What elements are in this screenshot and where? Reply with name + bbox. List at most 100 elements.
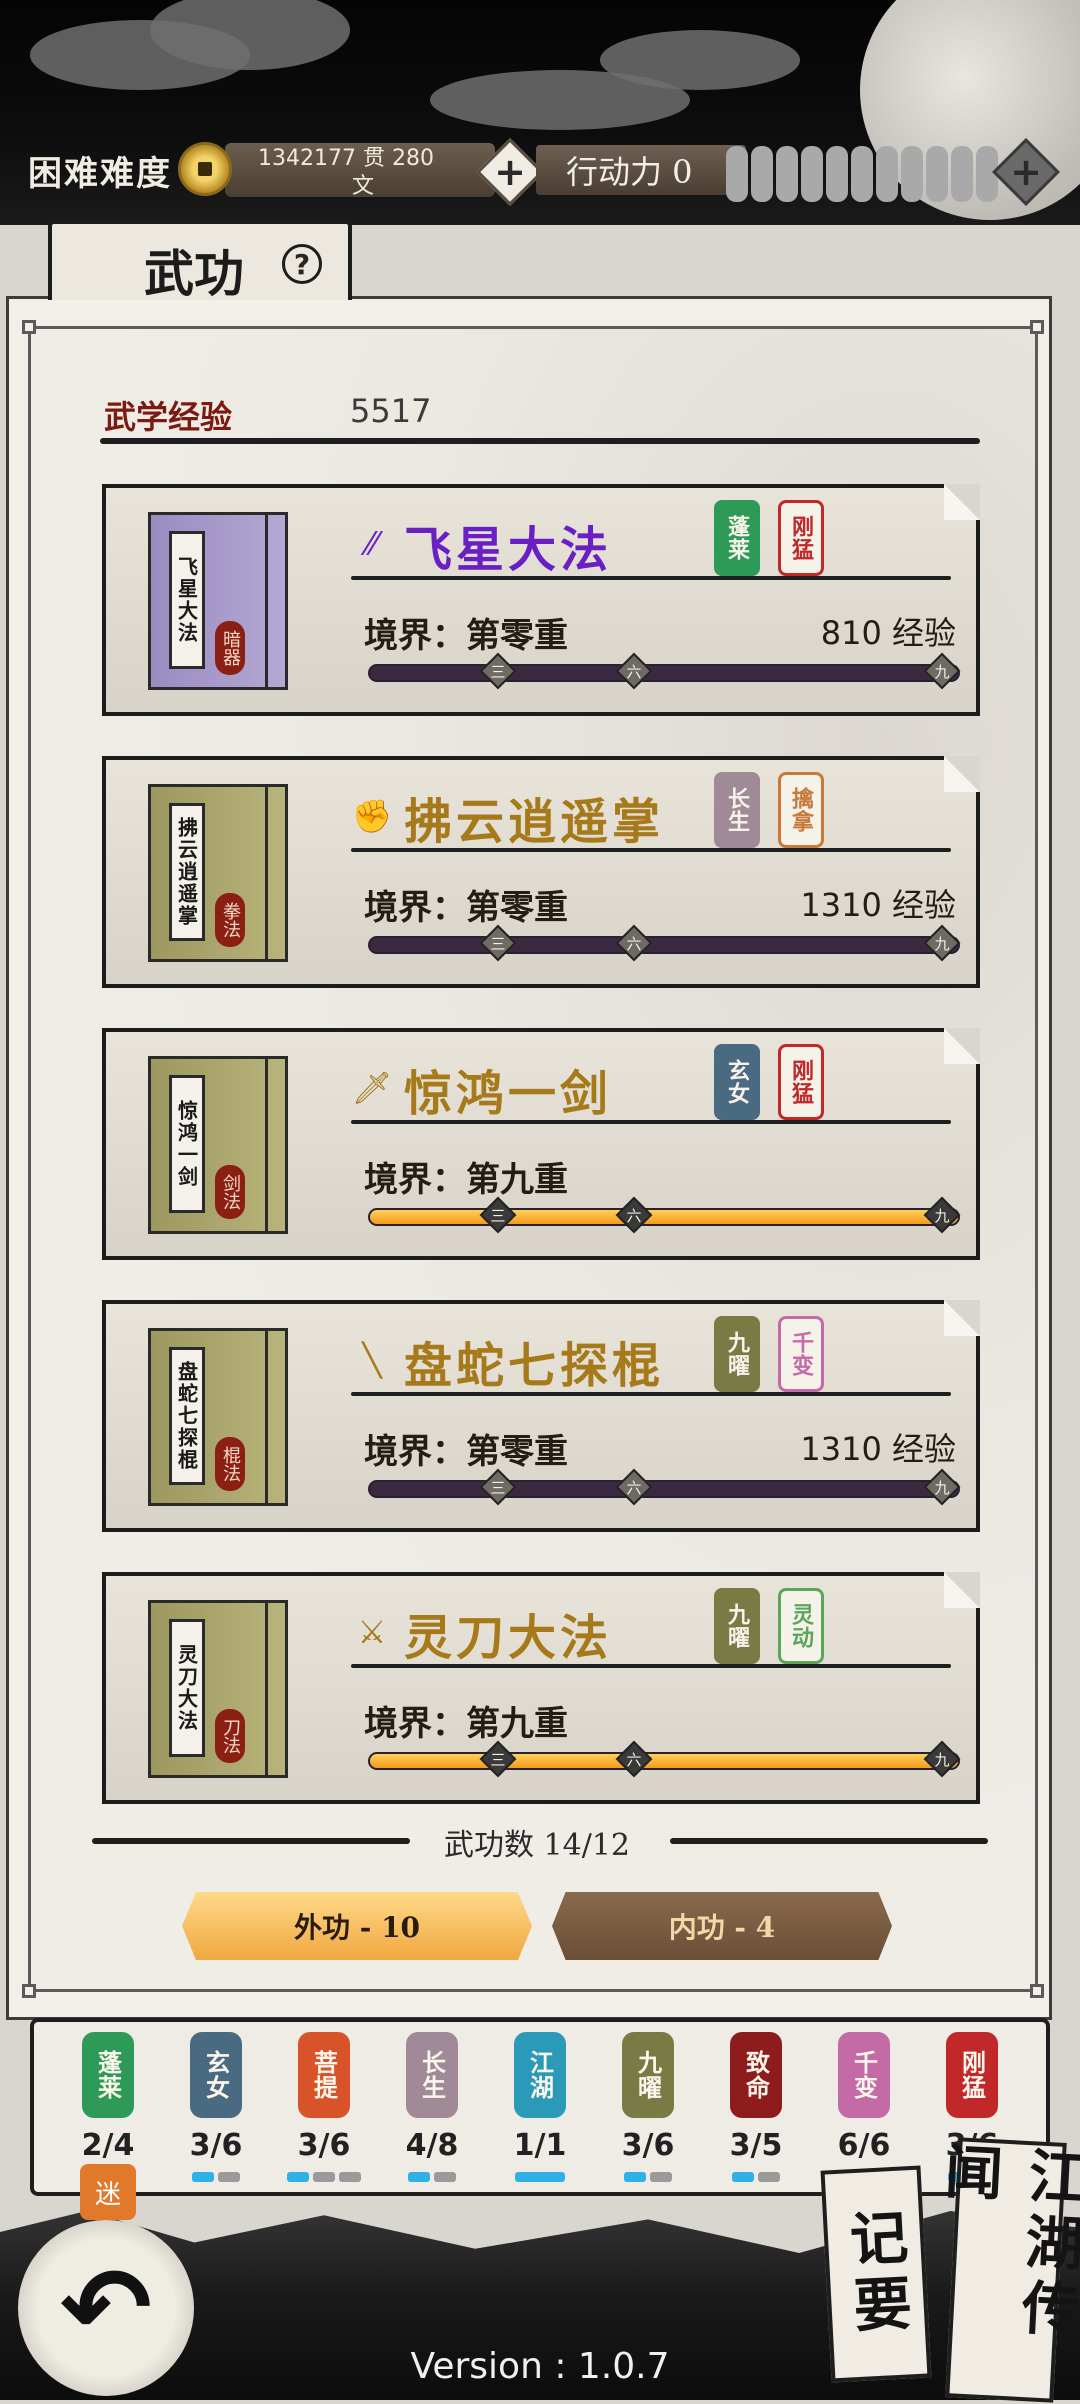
progress-fill [370, 1754, 958, 1768]
faction-seal: 玄女 [190, 2032, 242, 2118]
faction-seal: 九曜 [622, 2032, 674, 2118]
realm-marker-label: 三 [490, 1750, 506, 1769]
plus-icon: + [494, 150, 526, 194]
action-point-pip [876, 146, 898, 202]
progress-pip [408, 2172, 430, 2182]
skill-card[interactable]: 灵刀大法 刀法 ⚔ 灵刀大法 九曜 灵动 境界：第九重三 六 九 [102, 1572, 980, 1804]
faction-count: 3/6 [621, 2128, 675, 2163]
faction-item[interactable]: 致命 3/5 [716, 2032, 796, 2192]
realm-progress-bar [368, 936, 960, 954]
progress-pip [218, 2172, 240, 2182]
small-seal-icon: 迷 [80, 2164, 136, 2220]
skill-book-icon: 盘蛇七探棍 棍法 [148, 1328, 288, 1506]
action-point-pip [776, 146, 798, 202]
faction-count: 4/8 [405, 2128, 459, 2163]
staff-icon: ╲ [362, 1341, 382, 1379]
faction-progress [176, 2172, 256, 2182]
frame-corner [1030, 1984, 1044, 1998]
card-fold [944, 756, 980, 792]
exp-required: 1310 经验 [800, 886, 956, 924]
progress-pip [624, 2172, 646, 2182]
progress-fill [370, 1210, 958, 1224]
faction-item[interactable]: 菩提 3/6 [284, 2032, 364, 2192]
book-title: 灵刀大法 [169, 1619, 205, 1757]
faction-tag: 玄女 [714, 1044, 760, 1120]
skill-name: 飞星大法 [404, 522, 613, 578]
book-spine [265, 787, 285, 959]
faction-tag: 刚猛 [778, 1044, 824, 1120]
book-spine [265, 515, 285, 687]
realm-marker: 三 [479, 1196, 517, 1234]
realm-level: 境界：第零重 [364, 888, 568, 928]
realm-marker: 九 [923, 652, 961, 690]
skill-card[interactable]: 拂云逍遥掌 拳法 ✊ 拂云逍遥掌 长生 擒拿 境界：第零重 1310 经验三六九 [102, 756, 980, 988]
version-label: Version : 1.0.7 [410, 2346, 670, 2387]
faction-count: 1/1 [513, 2128, 567, 2163]
realm-marker-label: 九 [934, 1750, 950, 1769]
faction-tag: 蓬莱 [714, 500, 760, 576]
realm-marker: 三 [479, 924, 517, 962]
book-spine [265, 1603, 285, 1775]
realm-marker: 六 [616, 1740, 653, 1778]
progress-pip [758, 2172, 780, 2182]
card-fold [944, 484, 980, 520]
tab-martial-arts[interactable]: 武功 ? [48, 220, 352, 303]
faction-item[interactable]: 江湖 1/1 [500, 2032, 580, 2192]
faction-item[interactable]: 长生 4/8 [392, 2032, 472, 2192]
divider [351, 848, 951, 852]
realm-marker: 六 [616, 652, 653, 690]
realm-marker-label: 三 [490, 934, 506, 953]
frame-corner [22, 1984, 36, 1998]
realm-marker: 六 [616, 1196, 653, 1234]
realm-marker-label: 六 [626, 662, 642, 681]
tab-outer-skills[interactable]: 外功 - 10 [182, 1892, 532, 1960]
frame-corner [22, 320, 36, 334]
realm-marker-label: 三 [490, 1206, 506, 1225]
book-title: 惊鸿一剑 [169, 1075, 205, 1213]
action-points-label: 行动力 0 [566, 153, 693, 191]
realm-marker-label: 九 [934, 1206, 950, 1225]
skill-book-icon: 飞星大法 暗器 [148, 512, 288, 690]
faction-progress [500, 2172, 580, 2182]
panel-title: 武功 [144, 244, 244, 303]
plus-icon: + [1010, 150, 1042, 194]
faction-tag: 擒拿 [778, 772, 824, 848]
book-type-seal: 剑法 [215, 1165, 245, 1219]
skill-card[interactable]: 盘蛇七探棍 棍法 ╲ 盘蛇七探棍 九曜 千变 境界：第零重 1310 经验三六九 [102, 1300, 980, 1532]
exp-required: 810 经验 [820, 614, 956, 652]
action-point-pip [826, 146, 848, 202]
skill-name: 盘蛇七探棍 [404, 1338, 665, 1394]
skill-card[interactable]: 惊鸿一剑 剑法 🗡 惊鸿一剑 玄女 刚猛 境界：第九重三 六 九 [102, 1028, 980, 1260]
coin-icon [178, 142, 232, 196]
card-fold [944, 1572, 980, 1608]
realm-marker-label: 三 [490, 1478, 506, 1497]
faction-progress [716, 2172, 796, 2182]
faction-progress [392, 2172, 472, 2182]
faction-seal: 千变 [838, 2032, 890, 2118]
realm-progress-bar [368, 1480, 960, 1498]
faction-tag: 长生 [714, 772, 760, 848]
tab-inner-skills[interactable]: 内功 - 4 [552, 1892, 892, 1960]
help-icon[interactable]: ? [282, 244, 322, 284]
divider [92, 1838, 410, 1844]
progress-pip [192, 2172, 214, 2182]
faction-item[interactable]: 九曜 3/6 [608, 2032, 688, 2192]
faction-tag: 刚猛 [778, 500, 824, 576]
faction-seal: 蓬莱 [82, 2032, 134, 2118]
realm-progress-bar [368, 664, 960, 682]
realm-marker-label: 六 [626, 1206, 642, 1225]
skill-card[interactable]: 飞星大法 暗器 ⁄⁄ 飞星大法 蓬莱 刚猛 境界：第零重 810 经验三 六 九 [102, 484, 980, 716]
action-point-pip [801, 146, 823, 202]
progress-pip [287, 2172, 309, 2182]
realm-marker-label: 九 [934, 662, 950, 681]
fist-icon: ✊ [352, 797, 392, 835]
card-fold [944, 1028, 980, 1064]
realm-marker: 九 [923, 1740, 961, 1778]
divider [351, 576, 951, 580]
realm-progress-bar [368, 1752, 960, 1770]
faction-seal: 菩提 [298, 2032, 350, 2118]
action-point-pip [901, 146, 923, 202]
realm-marker: 六 [616, 924, 653, 962]
faction-item[interactable]: 玄女 3/6 [176, 2032, 256, 2192]
realm-level: 境界：第九重 [364, 1704, 568, 1744]
